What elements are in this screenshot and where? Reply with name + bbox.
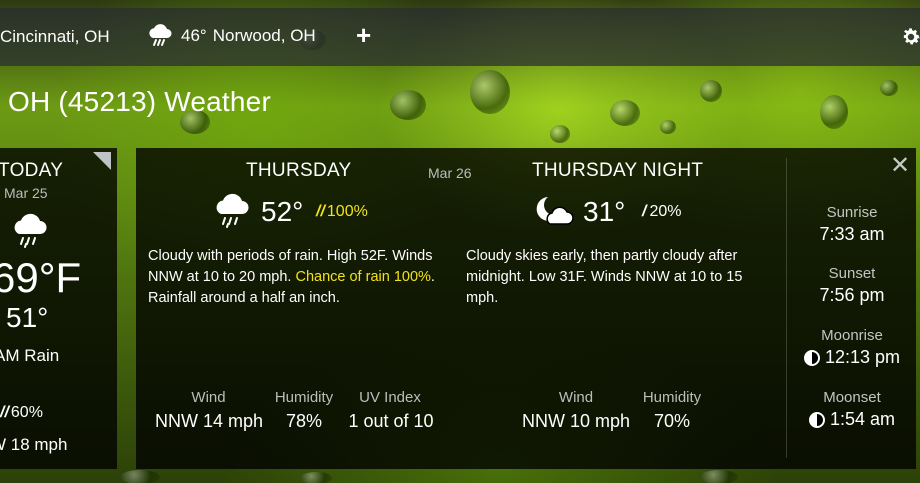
moonrise-row: 12:13 pm — [792, 347, 912, 368]
rain-drops-icon: // — [0, 404, 9, 421]
rain-drop-icon: / — [642, 203, 647, 220]
half-moon-icon — [803, 349, 820, 366]
moonset-row: 1:54 am — [792, 409, 912, 430]
location-temp: 46° — [181, 26, 207, 45]
night-description: Cloudy skies early, then partly cloudy a… — [466, 248, 743, 306]
night-label: THURSDAY NIGHT — [532, 160, 704, 181]
night-temp: 31° — [583, 196, 626, 227]
location-name: Norwood, OH — [212, 26, 316, 45]
moonrise-label: Moonrise — [821, 327, 883, 344]
add-location-button[interactable]: + — [356, 22, 371, 48]
uv-index-label: UV Index — [359, 389, 421, 406]
wind-value: NNW 10 mph — [521, 411, 631, 431]
moonset-label: Moonset — [823, 389, 881, 406]
today-low-temp: 51° — [6, 302, 49, 333]
half-moon-icon — [808, 411, 825, 428]
wind-label: Wind — [558, 389, 594, 406]
rain-chance-highlight: Chance of rain 100% — [295, 269, 431, 285]
moonset-time: 1:54 am — [829, 409, 896, 429]
today-label: TODAY — [0, 160, 64, 181]
wind-value: NNW 14 mph — [154, 411, 264, 431]
night-precip: 20% — [649, 203, 682, 220]
saved-location-cincinnati[interactable]: Cincinnati, OH — [0, 27, 110, 47]
gear-icon[interactable] — [900, 26, 920, 48]
expanded-forecast-card: ✕ THURSDAY Mar 26 52° // 100% Cloudy wit… — [136, 148, 916, 469]
rain-cloud-icon — [14, 213, 47, 248]
today-forecast-card[interactable]: TODAY Mar 25 69°F 51° AM Rain // 60% W 1… — [0, 148, 117, 469]
rain-drops-icon: // — [316, 203, 325, 220]
uv-index-value: 1 out of 10 — [348, 411, 434, 431]
page-title: OH (45213) Weather — [8, 86, 271, 117]
location-name: Cincinnati, OH — [0, 27, 110, 46]
humidity-label: Humidity — [642, 389, 702, 406]
wind-label: Wind — [191, 389, 226, 406]
humidity-label: Humidity — [274, 389, 334, 406]
sunrise-label: Sunrise — [826, 204, 878, 221]
forecast-date: Mar 26 — [428, 165, 472, 181]
rain-cloud-icon — [216, 193, 249, 228]
card-corner-fold-icon[interactable] — [93, 152, 111, 170]
partly-cloudy-night-icon — [536, 197, 574, 225]
today-condition: AM Rain — [0, 346, 60, 365]
humidity-value: 70% — [653, 411, 691, 431]
rain-cloud-icon — [149, 24, 172, 46]
today-date: Mar 25 — [4, 185, 48, 201]
close-icon[interactable]: ✕ — [890, 154, 910, 178]
today-precip: 60% — [10, 404, 43, 421]
day-precip: 100% — [326, 203, 368, 220]
today-wind: W 18 mph — [0, 435, 68, 454]
saved-location-norwood[interactable]: 46° Norwood, OH — [147, 24, 316, 48]
sunset-label: Sunset — [828, 265, 876, 282]
day-label: THURSDAY — [246, 160, 352, 181]
divider — [786, 158, 787, 458]
today-high-temp: 69°F — [0, 254, 82, 301]
sunset-time: 7:56 pm — [819, 285, 885, 305]
day-temp: 52° — [261, 196, 304, 227]
plus-icon: + — [356, 20, 372, 50]
sunrise-time: 7:33 am — [819, 224, 885, 244]
moonrise-time: 12:13 pm — [824, 347, 901, 367]
humidity-value: 78% — [285, 411, 323, 431]
location-bar: Cincinnati, OH 46° Norwood, OH + — [0, 8, 920, 66]
day-description: Cloudy with periods of rain. High 52F. W… — [148, 248, 435, 306]
